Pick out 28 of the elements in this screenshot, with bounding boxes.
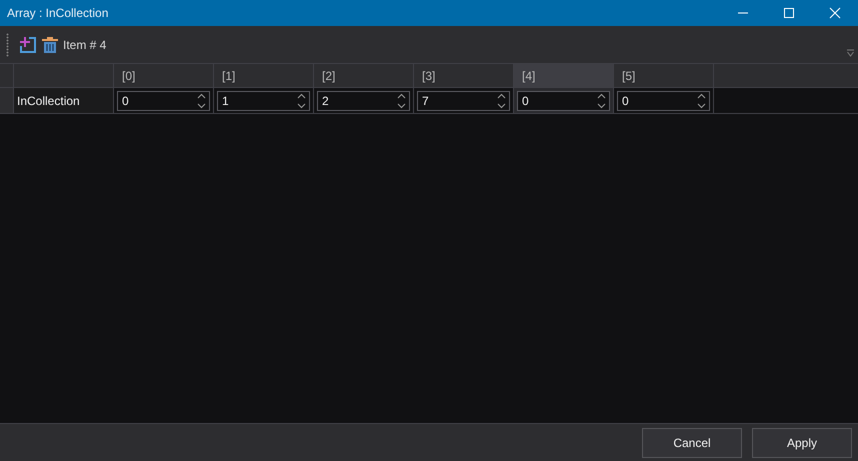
number-field[interactable]: 0 [517,90,610,110]
number-field[interactable]: 0 [617,90,710,110]
column-header[interactable]: [3] [414,64,514,87]
column-header[interactable]: [1] [214,64,314,87]
cancel-button[interactable]: Cancel [642,428,742,458]
spinner-icon[interactable] [297,92,306,108]
close-icon[interactable] [829,7,841,19]
trash-icon[interactable] [41,36,59,54]
apply-button[interactable]: Apply [752,428,852,458]
overflow-icon[interactable] [847,49,854,57]
number-field[interactable]: 0 [117,90,210,110]
column-header[interactable]: [2] [314,64,414,87]
spinner-icon[interactable] [697,92,706,108]
column-header[interactable]: [4] [514,64,614,87]
number-field[interactable]: 7 [417,90,510,110]
number-field[interactable]: 1 [217,90,310,110]
window-title: Array : InCollection [7,6,110,20]
row-name: InCollection [14,88,114,113]
maximize-icon[interactable] [783,7,795,19]
column-header[interactable]: [0] [114,64,214,87]
add-item-icon[interactable] [19,36,37,54]
spinner-icon[interactable] [497,92,506,108]
item-label: Item # 4 [63,38,106,52]
spinner-icon[interactable] [197,92,206,108]
spinner-icon[interactable] [397,92,406,108]
column-header[interactable]: [5] [614,64,714,87]
spinner-icon[interactable] [597,92,606,108]
number-field[interactable]: 2 [317,90,410,110]
